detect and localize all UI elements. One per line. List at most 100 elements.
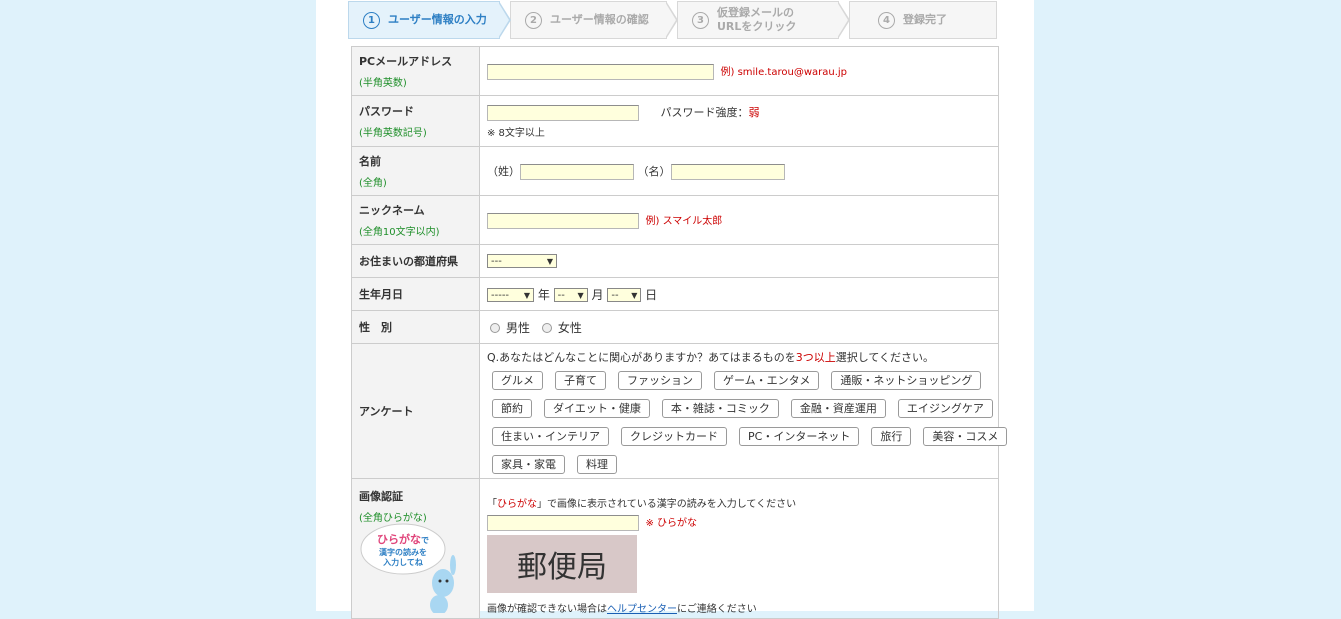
dropdown-arrow-icon: ▼	[523, 290, 530, 300]
month-unit: 月	[591, 287, 604, 302]
svg-text:漢字の読みを: 漢字の読みを	[379, 547, 427, 557]
survey-option-row: 家具・家電 料理	[487, 455, 998, 477]
step-label: ユーザー情報の確認	[550, 13, 649, 26]
email-example: 例) smile.tarou@warau.jp	[720, 66, 848, 78]
dropdown-arrow-icon: ▼	[631, 290, 638, 300]
day-unit: 日	[645, 287, 658, 302]
registration-form: PCメールアドレス (半角英数) 例) smile.tarou@warau.jp…	[351, 46, 1008, 619]
survey-option-button[interactable]: 住まい・インテリア	[492, 427, 609, 446]
page: 1 ユーザー情報の入力 2 ユーザー情報の確認 3 仮登録メールの URLをクリ…	[316, 0, 1034, 619]
row-captcha: 画像認証 (全角ひらがな) ひらがなで 漢字の読みを 入力してね 「ひらがな」で…	[351, 478, 999, 619]
survey-option-button[interactable]: 旅行	[871, 427, 912, 446]
gender-female-label: 女性	[557, 320, 582, 335]
password-field[interactable]	[487, 104, 639, 121]
gender-male-label: 男性	[506, 320, 531, 335]
first-name-field[interactable]	[670, 163, 785, 180]
survey-option-row: グルメ 子育て ファッション ゲーム・エンタメ 通販・ネットショッピング	[487, 371, 998, 393]
step-1: 1 ユーザー情報の入力	[348, 1, 511, 39]
survey-question: Q.あなたはどんなことに関心がありますか？あてはまるものを3つ以上選択してくださ…	[487, 351, 935, 364]
survey-option-button[interactable]: 家具・家電	[492, 455, 565, 474]
last-name-label: （姓）	[487, 164, 520, 178]
email-sublabel: (半角英数)	[359, 78, 407, 89]
captcha-sublabel: (全角ひらがな)	[359, 513, 427, 524]
step-number: 4	[878, 11, 895, 29]
survey-option-button[interactable]: エイジングケア	[897, 399, 993, 418]
password-strength-label: パスワード強度：	[660, 105, 749, 119]
survey-options: グルメ 子育て ファッション ゲーム・エンタメ 通販・ネットショッピング 節約 ダイエット・…	[487, 371, 1008, 477]
survey-option-button[interactable]: ダイエット・健康	[544, 399, 650, 418]
captcha-note: ※ ひらがな	[645, 518, 698, 529]
step-3: 3 仮登録メールの URLをクリック	[677, 1, 850, 39]
registration-steps: 1 ユーザー情報の入力 2 ユーザー情報の確認 3 仮登録メールの URLをクリ…	[348, 1, 997, 39]
name-sublabel: (全角)	[359, 178, 387, 189]
step-number: 2	[525, 11, 542, 29]
row-password: パスワード (半角英数記号) パスワード強度：弱 ※ 8文字以上	[351, 95, 999, 147]
dropdown-arrow-icon: ▼	[577, 290, 584, 300]
first-name-label: （名）	[637, 164, 671, 178]
captcha-image: 郵便局	[487, 535, 637, 593]
step-2: 2 ユーザー情報の確認	[510, 1, 678, 39]
survey-label: アンケート	[351, 343, 480, 479]
survey-option-button[interactable]: 通販・ネットショッピング	[831, 371, 982, 390]
survey-option-row: 住まい・インテリア クレジットカード PC・インターネット 旅行 美容・コスメ	[487, 427, 1008, 449]
survey-option-button[interactable]: グルメ	[492, 371, 543, 390]
row-birthday: 生年月日 ----- ▼ 年 -- ▼ 月 -- ▼ 日	[351, 277, 999, 311]
help-center-link[interactable]: ヘルプセンター	[607, 604, 677, 615]
survey-option-button[interactable]: 美容・コスメ	[923, 427, 1008, 446]
survey-option-button[interactable]: 本・雑誌・コミック	[661, 399, 779, 418]
svg-text:入力してね: 入力してね	[382, 557, 423, 567]
birth-month-select[interactable]: -- ▼	[553, 288, 588, 302]
survey-option-button[interactable]: ゲーム・エンタメ	[714, 371, 820, 390]
row-name: 名前 (全角) （姓） （名）	[351, 146, 999, 196]
step-4: 4 登録完了	[849, 1, 997, 39]
birth-year-select[interactable]: ----- ▼	[487, 288, 534, 302]
password-label: パスワード	[359, 105, 414, 118]
survey-option-button[interactable]: PC・インターネット	[739, 427, 860, 446]
survey-option-row: 節約 ダイエット・健康 本・雑誌・コミック 金融・資産運用 エイジングケア	[487, 399, 998, 421]
row-email: PCメールアドレス (半角英数) 例) smile.tarou@warau.jp	[351, 46, 999, 96]
nickname-example: 例) スマイル太郎	[645, 215, 723, 227]
step-label: 登録完了	[903, 13, 947, 26]
password-sublabel: (半角英数記号)	[359, 128, 427, 139]
survey-option-button[interactable]: クレジットカード	[621, 427, 727, 446]
row-gender: 性 別 男性 女性	[351, 310, 999, 344]
gender-female-radio[interactable]	[541, 323, 552, 333]
survey-option-button[interactable]: 金融・資産運用	[790, 399, 886, 418]
last-name-field[interactable]	[520, 163, 634, 180]
survey-option-button[interactable]: 子育て	[555, 371, 606, 390]
email-label-cell: PCメールアドレス (半角英数)	[351, 46, 480, 96]
nickname-sublabel: (全角10文字以内)	[359, 227, 440, 238]
step-label-line1: 仮登録メールの	[717, 6, 794, 19]
nickname-label: ニックネーム	[359, 204, 425, 217]
dropdown-arrow-icon: ▼	[546, 256, 553, 266]
prefecture-label: お住まいの都道府県	[351, 244, 480, 278]
step-label: ユーザー情報の入力	[388, 13, 487, 26]
captcha-help: 画像が確認できない場合はヘルプセンターにご連絡ください	[487, 604, 757, 615]
nickname-field[interactable]	[487, 212, 639, 229]
step-number: 3	[692, 11, 709, 29]
email-label: PCメールアドレス	[359, 55, 453, 68]
birthday-label: 生年月日	[351, 277, 480, 311]
row-nickname: ニックネーム (全角10文字以内) 例) スマイル太郎	[351, 195, 999, 245]
prefecture-selected: ---	[491, 255, 502, 267]
captcha-label: 画像認証	[359, 490, 403, 503]
gender-label: 性 別	[351, 310, 480, 344]
name-label: 名前	[359, 155, 381, 168]
row-survey: アンケート Q.あなたはどんなことに関心がありますか？あてはまるものを3つ以上選…	[351, 343, 1008, 479]
survey-option-button[interactable]: 節約	[492, 399, 532, 418]
row-prefecture: お住まいの都道府県 --- ▼	[351, 244, 999, 278]
prefecture-select[interactable]: --- ▼	[487, 254, 557, 268]
gender-male-radio[interactable]	[490, 323, 500, 333]
captcha-field[interactable]	[487, 515, 639, 531]
survey-option-button[interactable]: 料理	[577, 455, 617, 474]
step-number: 1	[363, 11, 380, 29]
mascot-illustration: ひらがなで 漢字の読みを 入力してね	[360, 523, 456, 613]
birth-day-select[interactable]: -- ▼	[607, 288, 642, 302]
captcha-instruction: 「ひらがな」で画像に表示されている漢字の読みを入力してください	[487, 499, 797, 510]
year-unit: 年	[537, 287, 550, 302]
email-field[interactable]	[487, 63, 714, 80]
password-note: ※ 8文字以上	[487, 127, 545, 139]
step-label-line2: URLをクリック	[717, 20, 797, 33]
survey-option-button[interactable]: ファッション	[618, 371, 702, 390]
password-strength-value: 弱	[748, 105, 760, 119]
